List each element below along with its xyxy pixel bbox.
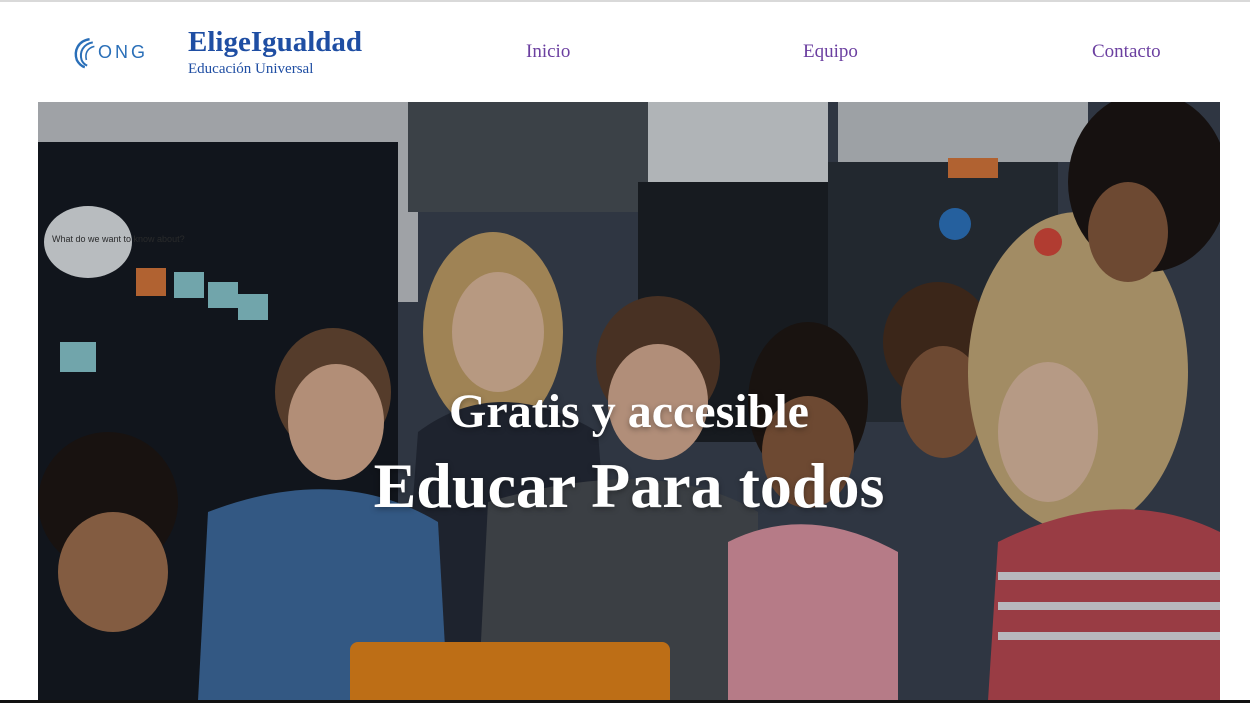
site-header: ONG EligeIgualdad Educación Universal In… xyxy=(0,2,1250,102)
nav-link-contacto[interactable]: Contacto xyxy=(1092,41,1161,63)
hero-title: Educar Para todos xyxy=(373,450,885,521)
logo-text: ONG xyxy=(97,41,148,62)
nav-link-inicio[interactable]: Inicio xyxy=(526,41,570,63)
ong-logo-icon xyxy=(74,38,95,69)
ong-logo[interactable]: ONG xyxy=(72,30,148,74)
brand[interactable]: EligeIgualdad Educación Universal xyxy=(188,26,362,78)
brand-title[interactable]: EligeIgualdad xyxy=(188,26,362,58)
brand-subtitle: Educación Universal xyxy=(188,61,314,77)
hero-subtitle: Gratis y accesible xyxy=(449,385,809,438)
nav-link-equipo[interactable]: Equipo xyxy=(803,41,858,63)
hero-banner: What do we want to know about? Gratis y … xyxy=(38,102,1220,701)
